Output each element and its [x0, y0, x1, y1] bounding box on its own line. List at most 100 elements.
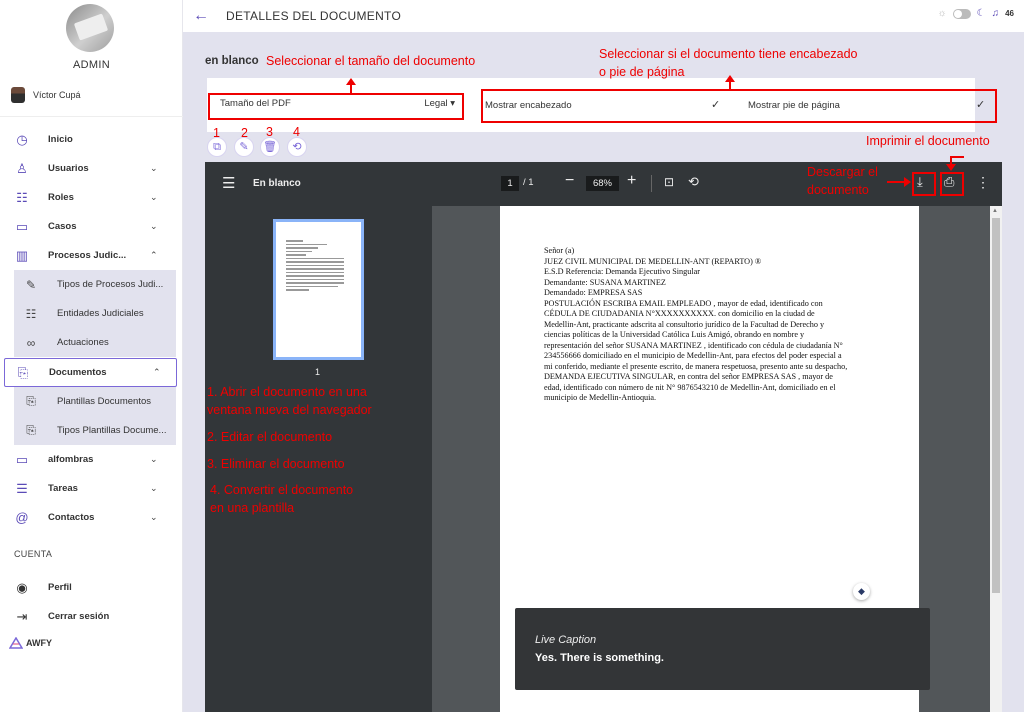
sidebar-subitem-plantillas-documentos[interactable]: ⎘ Plantillas Documentos [14, 387, 176, 416]
sidebar-item-inicio[interactable]: ◷ Inicio [0, 125, 176, 154]
document-line: Medellin-Ant, practicante adscrita al co… [544, 319, 825, 329]
page-thumbnail[interactable] [273, 219, 364, 360]
at-icon: @ [15, 509, 29, 525]
sidebar-item-label: Documentos [49, 367, 107, 378]
sidebar-item-roles[interactable]: ☷ Roles ⌄ [0, 183, 176, 212]
sun-icon: ☼ [937, 8, 947, 19]
sidebar-subitem-entidades-judiciales[interactable]: ☷ Entidades Judiciales [14, 299, 176, 328]
annotation-download-2: documento [807, 183, 869, 197]
zoom-input[interactable]: 68% [586, 176, 619, 191]
scroll-up-icon[interactable]: ▲ [992, 208, 998, 214]
sidebar-item-label: Casos [48, 221, 77, 232]
sidebar-item-perfil[interactable]: ◉ Perfil [0, 573, 176, 602]
sidebar-subitem-label: Entidades Judiciales [57, 308, 144, 319]
annotation-num-1: 1 [213, 126, 220, 140]
document-line: DEMANDA EJECUTIVA SINGULAR, en contra de… [544, 372, 833, 381]
profile-icon: ◉ [16, 579, 28, 595]
scrollbar[interactable]: ▲ [990, 206, 1002, 712]
admin-avatar[interactable] [66, 4, 114, 52]
sidebar-item-casos[interactable]: ▭ Casos ⌄ [0, 212, 176, 241]
sidebar-subitem-label: Tipos Plantillas Docume... [57, 425, 167, 436]
sidebar-subitem-label: Tipos de Procesos Judi... [57, 279, 164, 290]
sidebar-subitem-label: Actuaciones [57, 337, 109, 348]
user-row[interactable]: Víctor Cupá [11, 87, 81, 103]
user-name: Víctor Cupá [33, 90, 81, 100]
theme-toggle[interactable] [952, 8, 971, 19]
annotation-open-1: 1. Abrir el documento en una [207, 385, 367, 399]
sidebar-item-cerrar-sesion[interactable]: ⇥ Cerrar sesión [0, 602, 176, 631]
sidebar-item-contactos[interactable]: @ Contactos ⌄ [0, 503, 176, 532]
clock-icon: ◷ [16, 131, 28, 147]
brand-logo: AWFY [9, 637, 52, 649]
bell-icon[interactable]: ♫ [992, 8, 1000, 19]
fit-page-icon[interactable]: ⊡ [664, 175, 674, 189]
annotation-num-3: 3 [266, 125, 273, 139]
annotation-open-2: ventana nueva del navegador [207, 403, 372, 417]
edit-icon: ✎ [239, 141, 249, 153]
sidebar: ADMIN Víctor Cupá ◷ Inicio ♙ Usuarios ⌄ … [0, 0, 183, 712]
chevron-up-icon: ⌃ [153, 367, 161, 377]
document-line: JUEZ CIVIL MUNICIPAL DE MEDELLIN-ANT (RE… [544, 256, 762, 266]
more-options-icon[interactable]: ⋮ [976, 174, 990, 191]
scroll-thumb[interactable] [992, 218, 1000, 593]
pdf-title: En blanco [253, 178, 301, 189]
annotation-box-print [940, 172, 964, 196]
divider [0, 116, 183, 117]
sidebar-subitem-tipos-procesos[interactable]: ✎ Tipos de Procesos Judi... [14, 270, 176, 299]
sidebar-subitem-tipos-plantillas[interactable]: ⎘ Tipos Plantillas Docume... [14, 416, 176, 445]
thumbnail-text-lines [286, 240, 344, 293]
chevron-down-icon: ⌄ [150, 512, 158, 522]
admin-label: ADMIN [73, 59, 110, 71]
roles-icon: ☷ [25, 306, 37, 321]
zoom-in-button[interactable]: + [627, 172, 636, 190]
live-caption-text: Yes. There is something. [535, 652, 664, 664]
annotation-arrowhead-header-footer [725, 75, 735, 82]
annotation-size: Seleccionar el tamaño del documento [266, 54, 476, 68]
trash-icon: 🗑 [263, 141, 277, 153]
toolbar-divider [651, 175, 652, 192]
sidebar-item-documentos[interactable]: ⎘ Documentos ⌃ [4, 358, 177, 387]
page-number-input[interactable]: 1 [501, 176, 519, 191]
annotation-num-4: 4 [293, 125, 300, 139]
annotation-convert-2: en una plantilla [210, 501, 295, 515]
floating-action-icon[interactable]: ◆ [853, 583, 870, 600]
sidebar-subitem-actuaciones[interactable]: ∞ Actuaciones [14, 328, 176, 357]
sidebar-subitem-label: Plantillas Documentos [57, 396, 151, 407]
menu-icon[interactable]: ☰ [222, 174, 235, 192]
user-avatar [11, 87, 25, 103]
sidebar-item-label: alfombras [48, 454, 94, 465]
open-new-window-icon: ⧉ [213, 141, 221, 153]
cuenta-section-label: CUENTA [14, 549, 53, 559]
annotation-header-footer-1: Seleccionar si el documento tiene encabe… [599, 47, 858, 61]
sidebar-item-alfombras[interactable]: ▭ alfombras ⌄ [0, 445, 176, 474]
document-line: E.S.D Referencia: Demanda Ejecutivo Sing… [544, 267, 700, 276]
annotation-arrow-print-h [950, 156, 964, 158]
chevron-down-icon: ⌄ [150, 483, 158, 493]
sidebar-item-label: Perfil [48, 582, 72, 593]
documents-icon: ⎘ [17, 364, 29, 380]
document-line: Demandado: EMPRESA SAS [544, 288, 643, 297]
zoom-out-button[interactable]: − [565, 172, 574, 190]
document-body: Señor (a) JUEZ CIVIL MUNICIPAL DE MEDELLI… [544, 246, 884, 404]
user-icon: ♙ [16, 160, 28, 176]
sidebar-item-procesos-judiciales[interactable]: ▥ Procesos Judic... ⌃ [0, 241, 176, 270]
roles-icon: ☷ [16, 189, 28, 205]
annotation-arrowhead-download [904, 177, 911, 187]
back-arrow-icon[interactable]: ← [193, 7, 209, 25]
logout-icon: ⇥ [16, 608, 28, 624]
pdf-toolbar: ☰ En blanco 1 / 1 − 68% + ⊡ ⟲ ⤓ ⎙ ⋮ [205, 162, 1002, 206]
document-line: CÉDULA DE CIUDADANIA N°XXXXXXXXXX. con d… [544, 309, 815, 318]
glasses-icon: ∞ [26, 335, 36, 350]
sidebar-item-label: Roles [48, 192, 74, 203]
annotation-box-header-footer [481, 89, 997, 123]
sidebar-item-tareas[interactable]: ☰ Tareas ⌄ [0, 474, 176, 503]
annotation-edit: 2. Editar el documento [207, 430, 333, 444]
annotation-num-2: 2 [241, 126, 248, 140]
chevron-down-icon: ⌄ [150, 163, 158, 173]
sidebar-item-usuarios[interactable]: ♙ Usuarios ⌄ [0, 154, 176, 183]
document-line: 234556666 domiciliado en el municipio de… [544, 351, 842, 360]
document-line: Señor (a) [544, 246, 575, 255]
annotation-print: Imprimir el documento [866, 134, 990, 148]
rotate-icon[interactable]: ⟲ [688, 174, 699, 190]
annotation-arrowhead-print [946, 164, 956, 171]
